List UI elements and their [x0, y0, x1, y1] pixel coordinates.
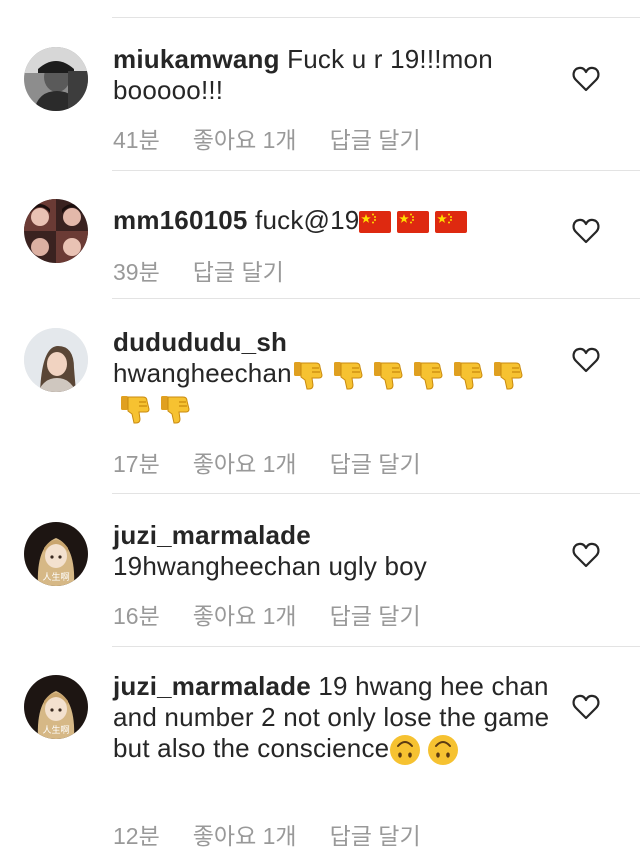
comment-time[interactable]: 17분 — [113, 445, 160, 479]
thumbs-down-icon — [493, 362, 523, 390]
reply-button[interactable]: 답글 달기 — [193, 253, 284, 287]
comment-text: juzi_marmalade 19 hwang hee chan and num… — [113, 671, 553, 766]
thumbs-down-icon — [161, 396, 190, 424]
comment-body: hwangheechan — [113, 358, 292, 388]
avatar-caption: 人生啊 — [42, 571, 69, 583]
comment-username[interactable]: juzi_marmalade — [113, 671, 311, 701]
upside-down-face-icon — [390, 735, 421, 766]
comment-divider — [112, 646, 640, 647]
thumbs-down-icon — [453, 362, 483, 390]
thumbs-down-icon — [413, 362, 443, 390]
comment-time[interactable]: 16분 — [113, 597, 160, 631]
comment-emoji-row — [389, 733, 459, 766]
comment-divider — [112, 17, 640, 18]
reply-button[interactable]: 답글 달기 — [330, 121, 421, 155]
upside-down-face-icon — [428, 735, 459, 766]
comment-meta: 17분 좋아요 1개 답글 달기 — [113, 445, 421, 479]
thumbs-down-icon — [333, 362, 363, 390]
comment-body: 19hwangheechan ugly boy — [113, 551, 427, 581]
china-flag-icon — [359, 211, 392, 234]
comment-meta: 39분 답글 달기 — [113, 253, 284, 287]
comment-body: fuck@19 — [255, 205, 360, 235]
comment-text: miukamwang Fuck u r 19!!!mon booooo!!! — [113, 44, 553, 106]
comment-meta: 16분 좋아요 1개 답글 달기 — [113, 597, 421, 631]
thumbs-down-icon — [121, 396, 150, 424]
comment-likes[interactable]: 좋아요 1개 — [193, 597, 297, 631]
comment-time[interactable]: 39분 — [113, 253, 160, 287]
comment-meta: 41분 좋아요 1개 답글 달기 — [113, 121, 421, 155]
avatar[interactable]: 人生啊 — [24, 675, 88, 739]
comment-divider — [112, 493, 640, 494]
avatar-caption: 人生啊 — [42, 724, 69, 736]
heart-outline-icon[interactable] — [572, 66, 600, 92]
comment-username[interactable]: mm160105 — [113, 205, 248, 235]
reply-button[interactable]: 답글 달기 — [330, 445, 421, 479]
comment-likes[interactable]: 좋아요 1개 — [193, 445, 297, 479]
heart-outline-icon[interactable] — [572, 347, 600, 373]
heart-outline-icon[interactable] — [572, 218, 600, 244]
avatar[interactable] — [24, 328, 88, 392]
avatar[interactable]: 人生啊 — [24, 522, 88, 586]
avatar[interactable] — [24, 47, 88, 111]
comment-divider — [112, 298, 640, 299]
comment-text: juzi_marmalade 19hwangheechan ugly boy — [113, 520, 553, 582]
comment-username[interactable]: dudududu_sh — [113, 327, 553, 358]
heart-outline-icon[interactable] — [572, 694, 600, 720]
comment-time[interactable]: 41분 — [113, 121, 160, 155]
reply-button[interactable]: 답글 달기 — [330, 597, 421, 631]
thumbs-down-icon — [373, 362, 403, 390]
comment-divider — [112, 170, 640, 171]
comment-text: dudududu_sh hwangheechan — [113, 327, 553, 426]
comment-username[interactable]: juzi_marmalade — [113, 520, 553, 551]
heart-outline-icon[interactable] — [572, 542, 600, 568]
avatar[interactable] — [24, 199, 88, 263]
comment-emoji-row — [359, 205, 468, 236]
comment-text: mm160105 fuck@19 — [113, 205, 553, 236]
comment-likes[interactable]: 좋아요 1개 — [193, 121, 297, 155]
comment-username[interactable]: miukamwang — [113, 44, 280, 74]
thumbs-down-icon — [293, 362, 323, 390]
china-flag-icon — [435, 211, 468, 234]
china-flag-icon — [397, 211, 430, 234]
